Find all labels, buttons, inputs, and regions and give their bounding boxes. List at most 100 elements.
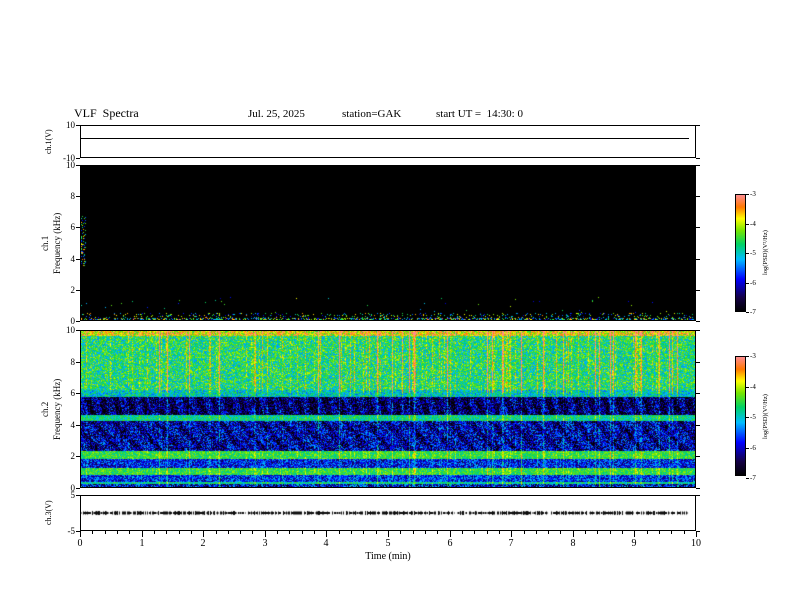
y-tick-label: -5 bbox=[67, 526, 76, 536]
colorbar-tick-mark bbox=[746, 356, 749, 357]
header-station: station=GAK bbox=[342, 108, 402, 120]
y-tick-label: 2 bbox=[70, 451, 76, 461]
ch2spec-axis-label-frequency: Frequency (kHz) bbox=[52, 378, 62, 440]
x-tick-label: 1 bbox=[139, 538, 145, 549]
x-tick-label: 7 bbox=[508, 538, 514, 549]
ch3-voltage-canvas bbox=[81, 496, 695, 530]
x-minor-tick-mark bbox=[400, 531, 401, 534]
colorbar-axis-label: log(PSD)(V²/Hz) bbox=[762, 394, 769, 440]
y-tick-mark bbox=[76, 362, 80, 363]
x-minor-tick-mark bbox=[425, 531, 426, 534]
y-tick-mark bbox=[76, 330, 80, 331]
y-tick-label: 8 bbox=[70, 191, 76, 201]
y-tick-mark bbox=[76, 196, 80, 197]
x-minor-tick-mark bbox=[105, 531, 106, 534]
x-tick-mark bbox=[511, 531, 512, 537]
ch3-voltage-panel bbox=[80, 495, 696, 531]
y-tick-mark bbox=[76, 425, 80, 426]
y-tick-mark bbox=[696, 290, 700, 291]
x-minor-tick-mark bbox=[610, 531, 611, 534]
y-tick-mark bbox=[696, 125, 700, 126]
y-tick-mark bbox=[76, 290, 80, 291]
x-tick-label: 9 bbox=[631, 538, 637, 549]
y-tick-mark bbox=[76, 227, 80, 228]
x-tick-mark bbox=[265, 531, 266, 537]
x-minor-tick-mark bbox=[240, 531, 241, 534]
y-tick-mark bbox=[696, 362, 700, 363]
x-minor-tick-mark bbox=[376, 531, 377, 534]
ch1-voltage-trace bbox=[81, 138, 689, 139]
x-minor-tick-mark bbox=[277, 531, 278, 534]
y-tick-mark bbox=[696, 321, 700, 322]
colorbar-tick-mark bbox=[746, 417, 749, 418]
y-tick-mark bbox=[696, 393, 700, 394]
x-minor-tick-mark bbox=[154, 531, 155, 534]
colorbar-tick-label: -6 bbox=[750, 444, 756, 452]
y-tick-mark bbox=[696, 259, 700, 260]
x-minor-tick-mark bbox=[684, 531, 685, 534]
x-tick-label: 3 bbox=[262, 538, 268, 549]
x-minor-tick-mark bbox=[351, 531, 352, 534]
y-tick-mark bbox=[76, 158, 80, 159]
ch1-colorbar bbox=[735, 194, 746, 312]
x-minor-tick-mark bbox=[585, 531, 586, 534]
ch1-voltage-panel bbox=[80, 125, 696, 158]
header-date: Jul. 25, 2025 bbox=[248, 108, 305, 120]
x-minor-tick-mark bbox=[647, 531, 648, 534]
x-minor-tick-mark bbox=[622, 531, 623, 534]
x-tick-mark bbox=[696, 531, 697, 537]
figure-title: VLF Spectra bbox=[74, 106, 139, 120]
x-minor-tick-mark bbox=[339, 531, 340, 534]
y-tick-label: 4 bbox=[70, 420, 76, 430]
x-minor-tick-mark bbox=[289, 531, 290, 534]
colorbar-tick-mark bbox=[746, 194, 749, 195]
vlf-spectra-figure: VLF Spectra Jul. 25, 2025 station=GAK st… bbox=[0, 0, 792, 612]
x-minor-tick-mark bbox=[499, 531, 500, 534]
x-minor-tick-mark bbox=[413, 531, 414, 534]
x-tick-label: 0 bbox=[77, 538, 83, 549]
y-tick-mark bbox=[76, 259, 80, 260]
colorbar-tick-mark bbox=[746, 387, 749, 388]
y-tick-mark bbox=[696, 330, 700, 331]
y-tick-mark bbox=[76, 165, 80, 166]
ch1-spectrogram-panel bbox=[80, 165, 696, 321]
ch1spec-axis-label-channel: ch.1 bbox=[40, 235, 50, 251]
y-tick-mark bbox=[76, 495, 80, 496]
x-minor-tick-mark bbox=[302, 531, 303, 534]
x-minor-tick-mark bbox=[252, 531, 253, 534]
x-minor-tick-mark bbox=[524, 531, 525, 534]
y-tick-mark bbox=[76, 125, 80, 126]
colorbar-tick-mark bbox=[746, 478, 749, 479]
x-tick-mark bbox=[142, 531, 143, 537]
y-tick-mark bbox=[76, 321, 80, 322]
x-minor-tick-mark bbox=[548, 531, 549, 534]
x-tick-label: 6 bbox=[447, 538, 453, 549]
y-tick-label: 2 bbox=[70, 285, 76, 295]
colorbar-tick-mark bbox=[746, 448, 749, 449]
colorbar-tick-label: -3 bbox=[750, 190, 756, 198]
x-minor-tick-mark bbox=[560, 531, 561, 534]
y-tick-label: 5 bbox=[70, 490, 76, 500]
colorbar-tick-label: -3 bbox=[750, 352, 756, 360]
x-minor-tick-mark bbox=[487, 531, 488, 534]
y-tick-mark bbox=[76, 456, 80, 457]
x-minor-tick-mark bbox=[216, 531, 217, 534]
colorbar-tick-mark bbox=[746, 224, 749, 225]
y-tick-mark bbox=[696, 196, 700, 197]
colorbar-tick-label: -4 bbox=[750, 383, 756, 391]
x-minor-tick-mark bbox=[228, 531, 229, 534]
x-tick-label: 2 bbox=[200, 538, 206, 549]
x-minor-tick-mark bbox=[597, 531, 598, 534]
colorbar-tick-mark bbox=[746, 253, 749, 254]
y-tick-mark bbox=[696, 488, 700, 489]
y-tick-mark bbox=[76, 488, 80, 489]
x-tick-mark bbox=[450, 531, 451, 537]
x-tick-mark bbox=[573, 531, 574, 537]
x-tick-label: 8 bbox=[570, 538, 576, 549]
x-tick-label: 4 bbox=[323, 538, 329, 549]
ch1-spectrogram-canvas bbox=[81, 166, 695, 320]
x-tick-mark bbox=[388, 531, 389, 537]
y-tick-mark bbox=[696, 158, 700, 159]
x-minor-tick-mark bbox=[166, 531, 167, 534]
y-tick-mark bbox=[696, 425, 700, 426]
